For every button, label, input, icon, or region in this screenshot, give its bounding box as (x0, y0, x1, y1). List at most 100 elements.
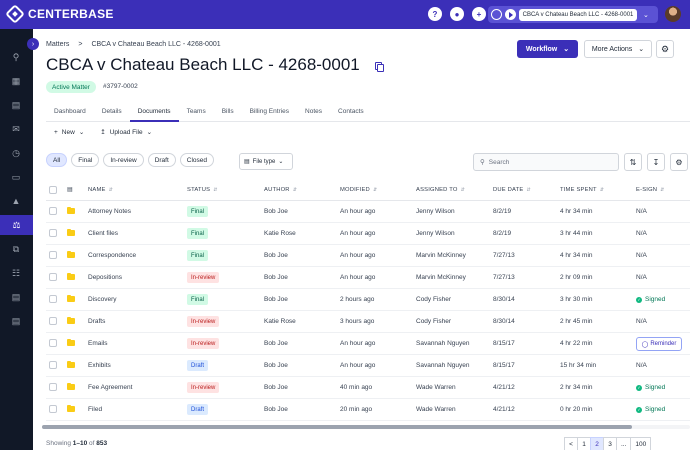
table-row[interactable]: Depositions In-review Bob Joe An hour ago Ma… (46, 267, 690, 289)
page-3-button[interactable]: 3 (603, 437, 617, 450)
tab-notes[interactable]: Notes (297, 102, 330, 122)
breadcrumb-root[interactable]: Matters (46, 41, 69, 48)
name-cell[interactable]: Emails (88, 340, 108, 347)
copy-icon[interactable] (375, 62, 384, 72)
reminder-button[interactable]: ◯ Reminder (636, 337, 682, 351)
row-checkbox[interactable] (49, 383, 57, 391)
author-cell: Katie Rose (264, 230, 296, 237)
name-cell[interactable]: Client files (88, 230, 118, 237)
table-row[interactable]: Emails In-review Bob Joe An hour ago Savanna… (46, 333, 690, 355)
matters-icon[interactable]: ⚖ (0, 215, 33, 235)
table-row[interactable]: Drafts In-review Katie Rose 3 hours ago Cody… (46, 311, 690, 333)
tab-dashboard[interactable]: Dashboard (46, 102, 94, 122)
row-checkbox[interactable] (49, 405, 57, 413)
workflow-button[interactable]: Workflow ⌄ (517, 40, 578, 58)
tab-contacts[interactable]: Contacts (330, 102, 372, 122)
table-row[interactable]: Client files Final Katie Rose An hour ago Je… (46, 223, 690, 245)
download-button[interactable]: ↧ (647, 153, 665, 171)
name-cell[interactable]: Depositions (88, 274, 122, 281)
esign-signed: ✓ Signed (636, 296, 665, 303)
billing-icon[interactable]: ▤ (10, 291, 22, 303)
search-icon[interactable]: ⚲ (10, 51, 22, 63)
tab-teams[interactable]: Teams (179, 102, 214, 122)
plus-icon[interactable]: + (472, 7, 486, 21)
name-cell[interactable]: Discovery (88, 296, 117, 303)
filter-all[interactable]: All (46, 153, 68, 167)
help-icon[interactable]: ? (428, 7, 442, 21)
name-cell[interactable]: Drafts (88, 318, 105, 325)
name-cell[interactable]: Exhibits (88, 362, 111, 369)
row-checkbox[interactable] (49, 207, 57, 215)
row-checkbox[interactable] (49, 251, 57, 259)
table-row[interactable]: Filed Draft Bob Joe 20 min ago Wade Warren 4/… (46, 399, 690, 421)
row-checkbox[interactable] (49, 273, 57, 281)
name-cell[interactable]: Correspondence (88, 252, 136, 259)
table-row[interactable]: Fee Agreement In-review Bob Joe 40 min ago W… (46, 377, 690, 399)
dashboard-icon[interactable]: ▦ (10, 75, 22, 87)
bell-icon[interactable]: ● (450, 7, 464, 21)
sort-button[interactable]: ⇅ (624, 153, 642, 171)
table-row[interactable]: Correspondence Final Bob Joe An hour ago Mar… (46, 245, 690, 267)
col-modified[interactable]: MODIFIED ⇵ (340, 187, 377, 193)
contacts-icon[interactable]: ☷ (10, 267, 22, 279)
name-cell[interactable]: Attorney Notes (88, 208, 131, 215)
upload-file-button[interactable]: ↥ Upload File ⌄ (100, 128, 152, 137)
folder-icon[interactable]: ▭ (10, 171, 22, 183)
calendar-icon[interactable]: ▤ (10, 99, 22, 111)
table-settings-button[interactable]: ⚙ (670, 153, 688, 171)
search-input[interactable]: ⚲ Search (473, 153, 619, 171)
col-time-spent[interactable]: TIME SPENT ⇵ (560, 187, 604, 193)
new-button[interactable]: + New ⌄ (54, 128, 84, 137)
copy-icon[interactable]: ⧉ (10, 243, 22, 255)
sidebar-collapse-button[interactable]: › (27, 38, 39, 50)
table-row[interactable]: Attorney Notes Final Bob Joe An hour ago Jen… (46, 201, 690, 223)
reports-icon[interactable]: ▲ (10, 195, 22, 207)
check-circle-icon: ✓ (636, 384, 642, 391)
clock-icon[interactable]: ◷ (10, 147, 22, 159)
table-row[interactable]: Exhibits Draft Bob Joe An hour ago Savannah … (46, 355, 690, 377)
filter-final[interactable]: Final (71, 153, 100, 167)
col-e-sign[interactable]: E-SIGN ⇵ (636, 187, 665, 193)
brand-logo[interactable]: CENTERBASE (5, 4, 114, 24)
chevron-down-icon[interactable]: ⌄ (643, 11, 649, 19)
scrollbar-thumb[interactable] (42, 425, 632, 429)
filter-in-review[interactable]: In-review (103, 153, 144, 167)
row-checkbox[interactable] (49, 295, 57, 303)
filter-draft[interactable]: Draft (147, 153, 176, 167)
page-2-button[interactable]: 2 (590, 437, 604, 450)
row-checkbox[interactable] (49, 339, 57, 347)
prev-page-button[interactable]: < (564, 437, 578, 450)
name-cell[interactable]: Filed (88, 406, 102, 413)
status-badge: Draft (187, 404, 209, 415)
table-row[interactable]: Discovery Final Bob Joe 2 hours ago Cody Fis… (46, 289, 690, 311)
row-checkbox[interactable] (49, 361, 57, 369)
col-name[interactable]: NAME ⇵ (88, 187, 113, 193)
timer-matter-select[interactable]: CBCA v Chateau Beach LLC - 4268-0001 (519, 8, 637, 21)
tab-documents[interactable]: Documents (129, 102, 179, 122)
due-date-cell: 8/15/17 (493, 340, 515, 347)
mail-icon[interactable]: ✉ (10, 123, 22, 135)
settings-button[interactable]: ⚙ (656, 40, 674, 58)
row-checkbox[interactable] (49, 229, 57, 237)
more-actions-label: More Actions (591, 45, 633, 53)
col-due-date[interactable]: DUE DATE ⇵ (493, 187, 531, 193)
page-1-button[interactable]: 1 (577, 437, 591, 450)
file-type-dropdown[interactable]: ▤ File type ⌄ (239, 153, 293, 170)
more-actions-button[interactable]: More Actions ⌄ (584, 40, 652, 58)
tab-details[interactable]: Details (94, 102, 130, 122)
select-all-checkbox[interactable] (49, 186, 57, 194)
tab-billing-entries[interactable]: Billing Entries (242, 102, 297, 122)
col-status[interactable]: STATUS ⇵ (187, 187, 218, 193)
user-avatar[interactable] (665, 6, 681, 22)
row-checkbox[interactable] (49, 317, 57, 325)
documents-icon[interactable]: ▤ (10, 315, 22, 327)
col-assigned-to[interactable]: ASSIGNED TO ⇵ (416, 187, 465, 193)
name-cell[interactable]: Fee Agreement (88, 384, 132, 391)
page-100-button[interactable]: 100 (630, 437, 652, 450)
col-author[interactable]: AUTHOR ⇵ (264, 187, 297, 193)
clock-icon[interactable] (491, 9, 502, 20)
horizontal-scrollbar[interactable] (42, 425, 690, 429)
play-icon[interactable] (505, 9, 516, 20)
filter-closed[interactable]: Closed (179, 153, 215, 167)
tab-bills[interactable]: Bills (214, 102, 242, 122)
